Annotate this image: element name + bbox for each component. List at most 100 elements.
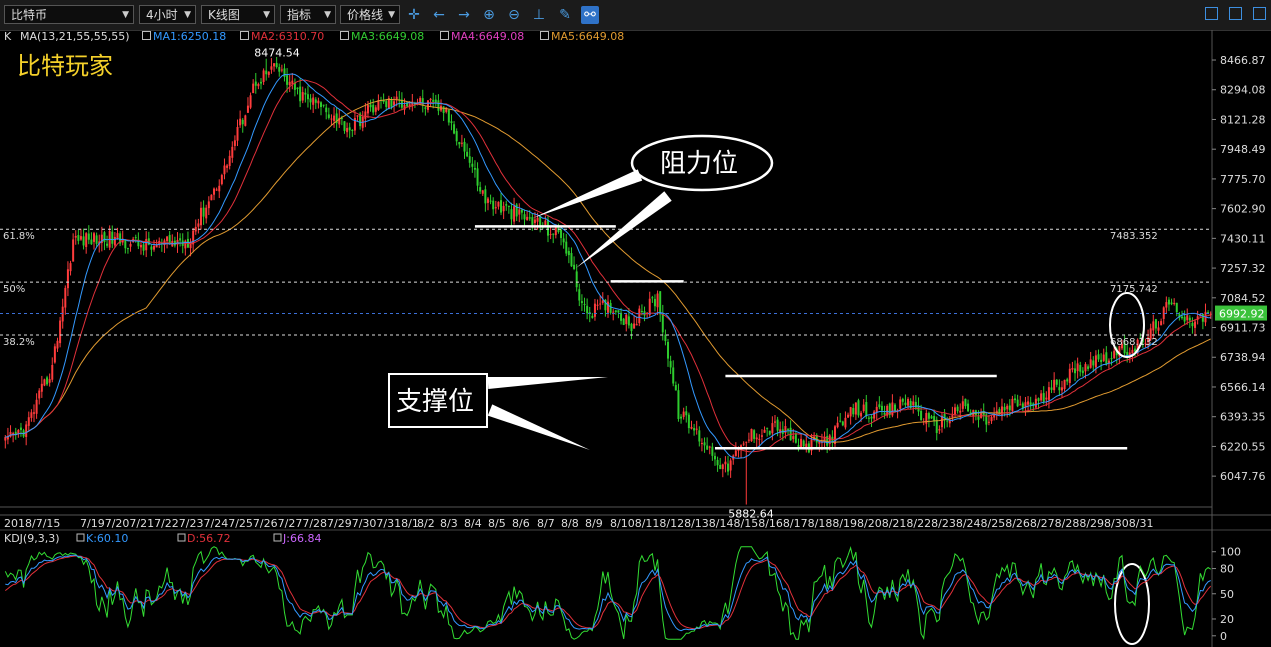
y-tick-label: 8121.28	[1220, 113, 1266, 126]
kdj-params: KDJ(9,3,3)	[4, 532, 60, 545]
candle-body	[573, 264, 576, 270]
kdj-j-value: J:66.84	[282, 532, 321, 545]
candle-body	[395, 96, 398, 100]
candle-body	[429, 98, 432, 101]
y-tick-label: 6220.55	[1220, 440, 1266, 453]
candle-body	[85, 233, 88, 247]
candle-body	[685, 411, 688, 416]
candle-body	[708, 446, 711, 448]
kdj-d-swatch	[177, 533, 186, 542]
candle-body	[314, 99, 317, 103]
candle-body	[520, 209, 523, 213]
candle-body	[48, 379, 51, 383]
candle-body	[753, 430, 756, 439]
candle-body	[481, 190, 484, 194]
candle-body	[1165, 302, 1168, 308]
candle-body	[1131, 349, 1134, 354]
candle-body	[763, 429, 766, 433]
candle-body	[66, 269, 69, 289]
candle-body	[453, 124, 456, 134]
candle-body	[210, 194, 213, 201]
candle-body	[424, 107, 427, 109]
candle-body	[27, 417, 30, 426]
candle-body	[1063, 379, 1066, 390]
candle-body	[1058, 387, 1061, 391]
y-tick-label: 6738.94	[1220, 351, 1266, 364]
candle-body	[593, 303, 596, 317]
candle-body	[194, 226, 197, 232]
candle-body	[333, 115, 336, 121]
candle-body	[1207, 312, 1210, 314]
candle-body	[220, 175, 223, 185]
candle-body	[907, 398, 910, 406]
support-arrow	[487, 404, 590, 450]
candle-body	[288, 81, 291, 86]
candle-body	[1060, 387, 1063, 391]
candle-body	[53, 346, 56, 363]
candle-body	[800, 438, 803, 448]
candle-body	[698, 430, 701, 442]
candle-body	[510, 209, 513, 220]
candle-body	[43, 379, 46, 386]
candle-body	[552, 233, 555, 235]
candle-body	[103, 232, 106, 242]
candle-body	[1019, 404, 1022, 406]
candle-body	[286, 75, 289, 85]
candle-body	[967, 403, 970, 412]
candle-body	[385, 101, 388, 107]
candle-body	[596, 304, 599, 306]
candle-body	[12, 433, 15, 435]
y-tick-label: 8294.08	[1220, 84, 1266, 97]
candle-body	[322, 104, 325, 106]
candle-body	[275, 63, 278, 67]
candle-body	[374, 107, 377, 112]
candle-body	[460, 142, 463, 144]
candle-body	[1191, 322, 1194, 327]
candle-body	[106, 243, 109, 246]
candle-body	[528, 217, 531, 219]
candle-body	[330, 118, 333, 120]
candle-body	[627, 316, 630, 326]
candle-body	[531, 217, 534, 225]
candle-body	[1042, 393, 1045, 402]
y-tick-label: 7084.52	[1220, 292, 1266, 305]
candle-body	[432, 99, 435, 102]
candle-body	[69, 263, 72, 272]
candle-body	[513, 206, 516, 222]
candle-body	[218, 185, 221, 192]
candle-body	[591, 315, 594, 318]
candle-body	[273, 63, 276, 67]
candle-body	[502, 205, 505, 212]
candle-body	[1180, 316, 1183, 319]
candle-body	[630, 323, 633, 332]
candle-body	[946, 420, 949, 422]
kdj-y-tick-label: 50	[1220, 588, 1234, 601]
candle-body	[262, 70, 265, 83]
candle-body	[270, 66, 273, 70]
candle-body	[865, 402, 868, 417]
candle-body	[1110, 358, 1113, 360]
kdj-d-value: D:56.72	[187, 532, 231, 545]
candle-body	[471, 163, 474, 167]
candle-body	[664, 334, 667, 342]
y-tick-label: 6911.73	[1220, 322, 1266, 335]
fib-value-label: 7483.352	[1110, 231, 1158, 242]
candle-body	[473, 167, 476, 170]
candle-body	[1173, 302, 1176, 304]
candle-body	[1097, 354, 1100, 360]
x-tick-label: 8/7	[537, 517, 555, 530]
highlight-circle	[1114, 563, 1150, 645]
candle-body	[878, 404, 881, 408]
last-price-label: 6992.92	[1219, 308, 1265, 321]
candle-body	[1008, 405, 1011, 411]
candle-body	[1045, 397, 1048, 400]
candle-body	[599, 303, 602, 305]
candle-body	[977, 416, 980, 420]
price-chart[interactable]: 8466.87 8294.08 8121.28 7948.49 7775.70 7602.…	[0, 0, 1271, 647]
candle-body	[463, 141, 466, 152]
candle-body	[1084, 364, 1087, 372]
candle-body	[794, 433, 797, 443]
candle-body	[904, 402, 907, 405]
candle-body	[484, 189, 487, 204]
candle-body	[854, 402, 857, 415]
